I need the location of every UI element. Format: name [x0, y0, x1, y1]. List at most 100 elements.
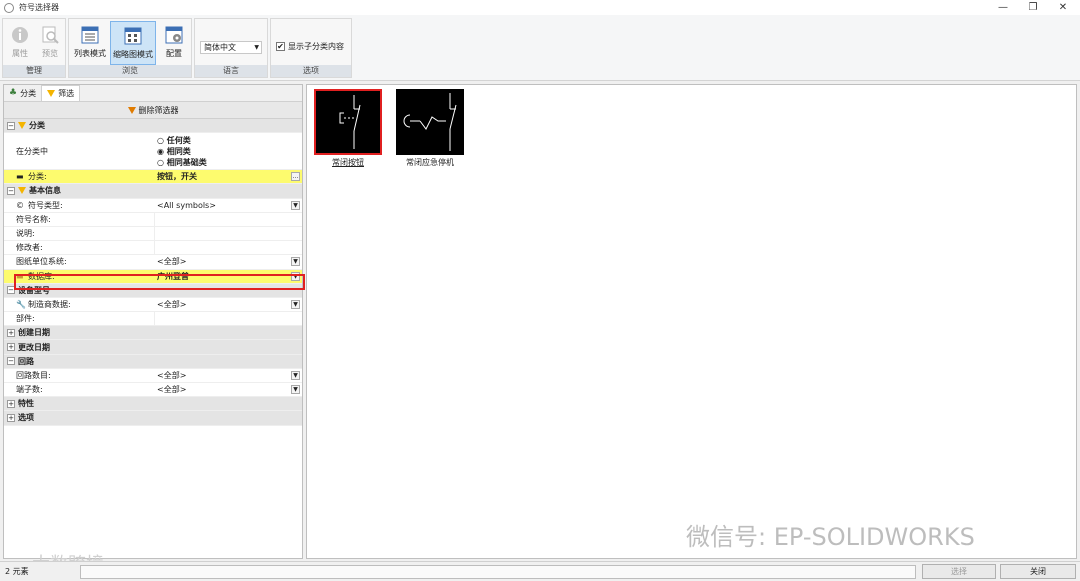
thumbnail-caption: 常闭应急停机: [406, 158, 454, 167]
category-label: 创建日期: [18, 328, 50, 338]
minimize-button[interactable]: —: [988, 0, 1018, 15]
thumbnail-area: 常闭按钮 常闭应急停机: [306, 84, 1077, 559]
filter-icon: [47, 90, 56, 97]
language-group-label: 语言: [195, 65, 267, 77]
unit-system-row[interactable]: 图纸单位系统: <全部> ▼: [4, 255, 302, 270]
show-subcategory-label: 显示子分类内容: [288, 42, 344, 51]
database-highlight-box: [14, 274, 305, 290]
row-key: 修改者:: [16, 243, 43, 253]
filter-icon: [18, 187, 26, 195]
config-icon: [165, 26, 183, 44]
remove-filter-label: 删除筛选器: [138, 105, 179, 115]
language-select[interactable]: 简体中文 ▼: [200, 41, 262, 54]
chevron-down-icon[interactable]: ▼: [291, 257, 300, 267]
row-key: 符号名称:: [16, 214, 51, 224]
element-count: 2 元素: [5, 567, 29, 576]
tree-icon: ♣: [9, 88, 18, 98]
row-key: 分类:: [28, 172, 47, 182]
category-circuit[interactable]: − 回路: [4, 354, 302, 369]
radio-group: ○ 任何类 ◉ 相同类 ○ 相同基础类: [157, 135, 207, 168]
category-properties[interactable]: + 特性: [4, 397, 302, 412]
properties-label: 属性: [12, 49, 28, 58]
collapse-icon[interactable]: −: [7, 121, 15, 130]
circuit-count-row[interactable]: 回路数目: <全部> ▼: [4, 369, 302, 383]
category-created-date[interactable]: + 创建日期: [4, 326, 302, 341]
collapse-icon[interactable]: −: [7, 186, 15, 195]
tab-filter-label: 筛选: [58, 89, 75, 98]
tab-filter[interactable]: 筛选: [41, 85, 81, 101]
expand-icon[interactable]: +: [7, 399, 15, 408]
tab-classification[interactable]: ♣ 分类: [4, 85, 41, 101]
filter-icon: [18, 122, 26, 130]
category-options[interactable]: + 选项: [4, 411, 302, 426]
list-mode-button[interactable]: 列表模式: [71, 21, 109, 65]
close-window-button[interactable]: ✕: [1048, 0, 1078, 15]
properties-button[interactable]: 属性: [6, 21, 34, 65]
symbol-type-row[interactable]: © 符号类型: <All symbols> ▼: [4, 199, 302, 213]
row-key: 说明:: [16, 229, 35, 239]
column-divider: [154, 312, 155, 326]
part-row[interactable]: 部件:: [4, 312, 302, 327]
tab-classification-label: 分类: [20, 88, 37, 98]
symbol-thumbnail[interactable]: 常闭应急停机: [396, 89, 464, 169]
expand-icon[interactable]: +: [7, 413, 15, 422]
restore-button[interactable]: ❐: [1018, 0, 1048, 15]
category-classification[interactable]: − 分类: [4, 119, 302, 134]
info-icon: [12, 27, 28, 43]
chevron-down-icon[interactable]: ▼: [291, 299, 300, 309]
expand-icon[interactable]: +: [7, 343, 15, 352]
category-label: 分类: [29, 121, 45, 131]
radio-label: 相同基础类: [166, 158, 207, 168]
radio-empty-icon: ○: [157, 158, 167, 168]
chevron-down-icon[interactable]: ▼: [291, 200, 300, 210]
config-button[interactable]: 配置: [158, 21, 190, 65]
radio-same-base-class[interactable]: ○ 相同基础类: [157, 157, 207, 168]
wrench-icon: 🔧: [16, 299, 26, 309]
remove-filter-icon: [127, 106, 136, 114]
terminal-count-row[interactable]: 端子数: <全部> ▼: [4, 383, 302, 398]
app-icon: [4, 2, 14, 13]
row-value: <全部>: [157, 299, 187, 309]
category-label: 回路: [18, 356, 34, 366]
class-row[interactable]: ▬ 分类: 按钮，开关 …: [4, 170, 302, 185]
ellipsis-button[interactable]: …: [291, 172, 300, 182]
preview-button[interactable]: 预览: [36, 21, 64, 65]
chevron-down-icon[interactable]: ▼: [291, 385, 300, 394]
checkmark-icon: ✔: [276, 42, 285, 51]
preview-icon: [42, 26, 59, 44]
row-value: 按钮，开关: [157, 172, 197, 182]
radio-empty-icon: ○: [157, 136, 167, 146]
select-button[interactable]: 选择: [922, 564, 996, 579]
thumbnail-mode-button[interactable]: 缩略图模式: [110, 21, 156, 65]
options-group: ✔ 显示子分类内容 选项: [270, 18, 352, 78]
modifier-row[interactable]: 修改者:: [4, 241, 302, 256]
symbol-thumbnail[interactable]: 常闭按钮: [314, 89, 382, 169]
manufacturer-row[interactable]: 🔧 制造商数据: <全部> ▼: [4, 298, 302, 313]
expand-icon[interactable]: +: [7, 328, 15, 337]
thumbnail-mode-label: 缩略图模式: [113, 50, 153, 59]
radio-same-class[interactable]: ◉ 相同类: [157, 146, 207, 157]
close-button[interactable]: 关闭: [1000, 564, 1076, 579]
category-label: 更改日期: [18, 342, 50, 352]
row-key: 符号类型:: [28, 200, 63, 210]
row-value: <All symbols>: [157, 200, 216, 210]
language-group: 简体中文 ▼ 语言: [194, 18, 268, 78]
row-key: 部件:: [16, 314, 35, 324]
preview-label: 预览: [42, 49, 58, 58]
panel-tabs: ♣ 分类 筛选: [4, 85, 302, 102]
symbol-name-row[interactable]: 符号名称:: [4, 212, 302, 227]
radio-any-class[interactable]: ○ 任何类: [157, 135, 207, 146]
collapse-icon[interactable]: −: [7, 357, 15, 366]
symbol-preview: [396, 89, 464, 155]
category-basic-info[interactable]: − 基本信息: [4, 184, 302, 199]
chevron-down-icon[interactable]: ▼: [291, 370, 300, 380]
row-key: 回路数目:: [16, 370, 51, 380]
show-subcategory-checkbox[interactable]: ✔ 显示子分类内容: [276, 41, 344, 52]
property-grid: − 分类 在分类中 ○ 任何类 ◉ 相同类 ○ 相同基础类 ▬ 分类: 按钮，开…: [4, 119, 302, 426]
filter-panel: ♣ 分类 筛选 删除筛选器 − 分类 在分类中 ○ 任何类 ◉ 相同类 ○ 相同…: [3, 84, 305, 559]
category-modified-date[interactable]: + 更改日期: [4, 340, 302, 355]
description-row[interactable]: 说明:: [4, 226, 302, 242]
remove-filter-button[interactable]: 删除筛选器: [4, 102, 302, 119]
nc-button-symbol-icon: [339, 95, 361, 149]
row-key: 制造商数据:: [28, 299, 71, 309]
